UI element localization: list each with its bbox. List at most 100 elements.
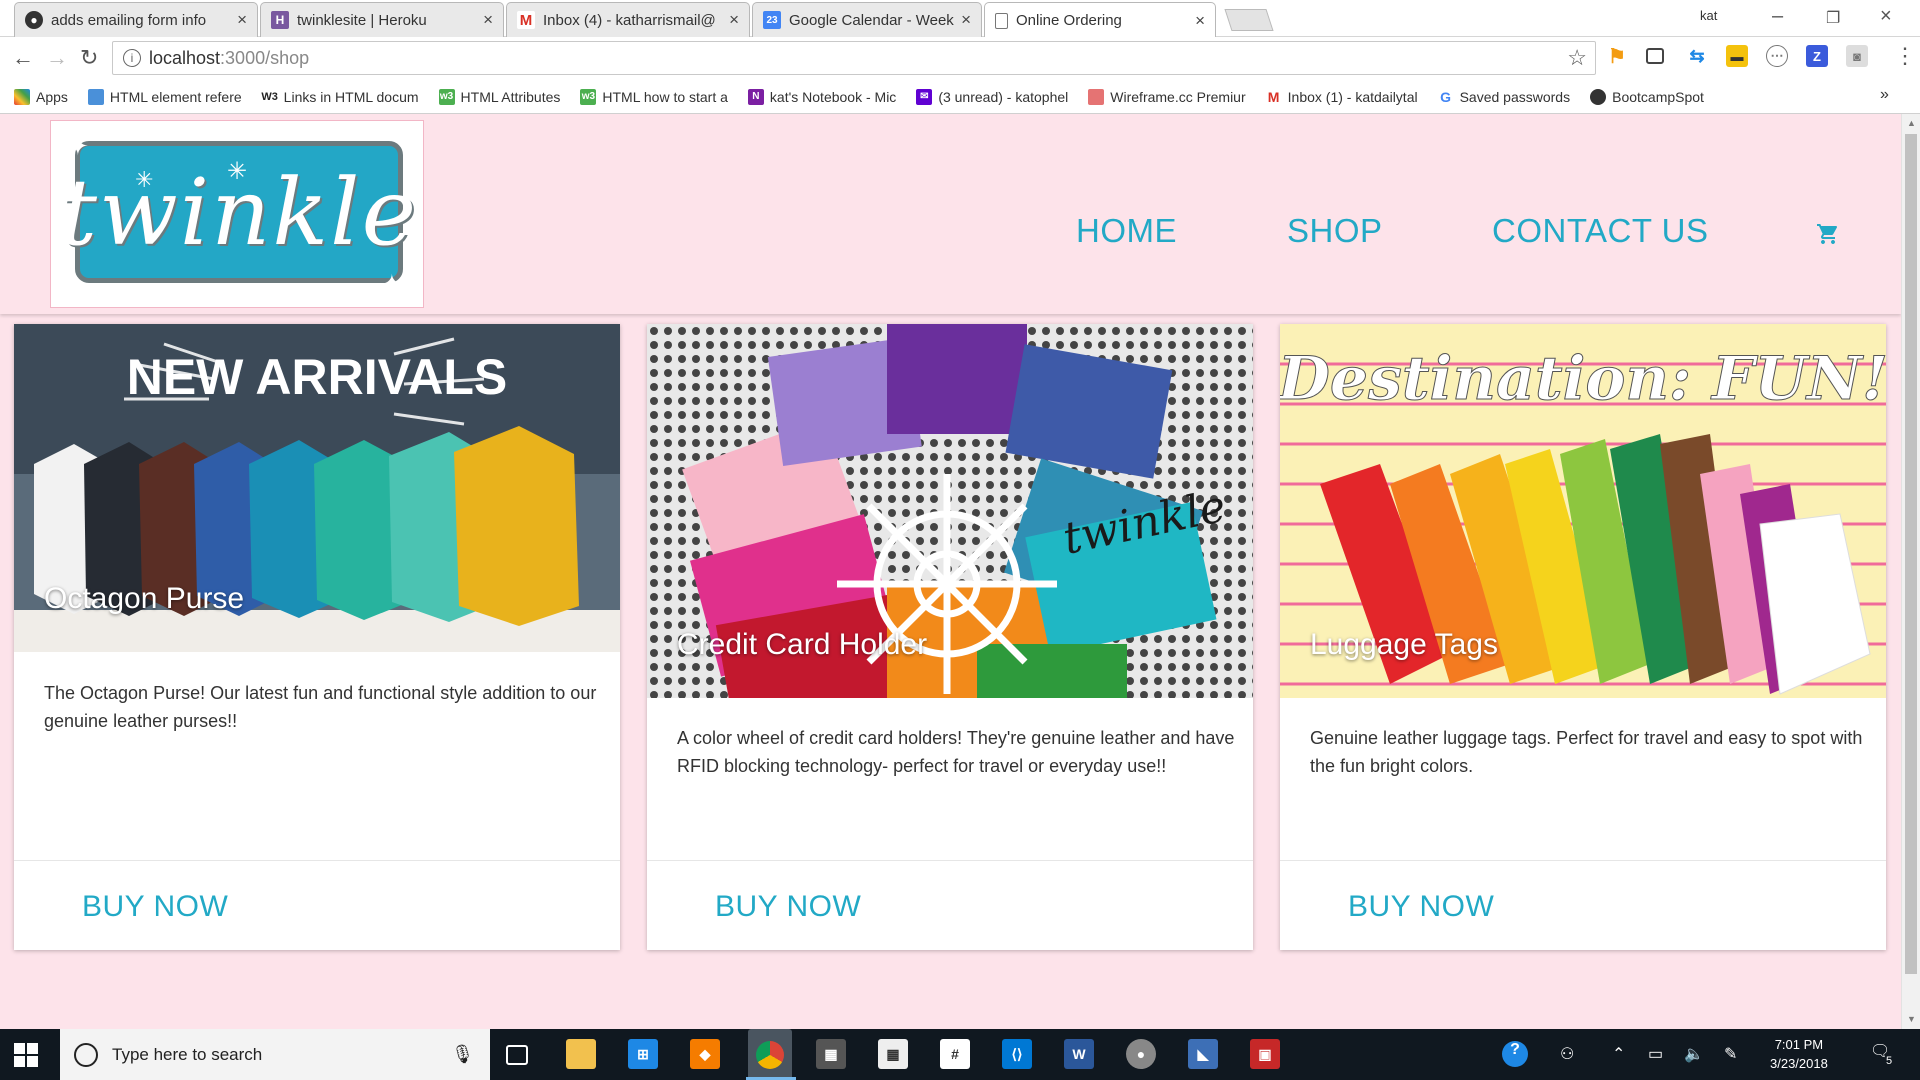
- tray-chevron-icon[interactable]: ⌃: [1612, 1044, 1625, 1064]
- image-caption: NEW ARRIVALS: [127, 349, 508, 405]
- heroku-icon: H: [271, 11, 289, 29]
- github-desktop-icon[interactable]: ●: [1126, 1039, 1156, 1069]
- close-icon[interactable]: ×: [961, 10, 971, 30]
- profile-name[interactable]: kat: [1700, 8, 1717, 23]
- calendar-app-icon[interactable]: ▦: [878, 1039, 908, 1069]
- nav-contact-us[interactable]: CONTACT US: [1492, 212, 1708, 250]
- minimize-icon[interactable]: –: [1772, 5, 1783, 28]
- address-bar[interactable]: i localhost:3000/shop ☆: [112, 41, 1596, 75]
- search-placeholder: Type here to search: [112, 1044, 263, 1064]
- new-tab-button[interactable]: [1224, 9, 1274, 31]
- recorder-icon[interactable]: ▣: [1250, 1039, 1280, 1069]
- w3-icon: W3: [261, 88, 278, 105]
- swap-icon[interactable]: ⇆: [1686, 45, 1708, 67]
- card-title: Credit Card Holder: [677, 628, 928, 661]
- page-scrollbar[interactable]: ▲ ▼: [1901, 114, 1920, 1029]
- bookmark-item[interactable]: w3 HTML Attributes: [438, 88, 560, 105]
- bookmarks-bar: Apps HTML element refere W3 Links in HTML…: [0, 80, 1920, 114]
- buy-now-button[interactable]: BUY NOW: [715, 890, 861, 924]
- tab-gmail[interactable]: M Inbox (4) - katharrismail@ ×: [506, 2, 750, 37]
- taskbar-search-box[interactable]: Type here to search 🎙: [60, 1029, 490, 1080]
- browser-tab-strip: ● adds emailing form info × H twinklesit…: [0, 0, 1920, 38]
- close-icon[interactable]: ×: [729, 10, 739, 30]
- zotero-icon[interactable]: Z: [1806, 45, 1828, 67]
- vscode-icon[interactable]: ⟨⟩: [1002, 1039, 1032, 1069]
- word-icon[interactable]: W: [1064, 1039, 1094, 1069]
- help-icon[interactable]: ?: [1502, 1041, 1528, 1067]
- bookmark-item[interactable]: BootcampSpot: [1590, 88, 1704, 105]
- forward-icon[interactable]: →: [46, 45, 68, 71]
- product-card-octagon-purse: NEW ARRIVALS Octagon Purse The Octagon P…: [14, 324, 620, 950]
- w3schools-icon: w3: [438, 88, 455, 105]
- calendar-icon: 23: [763, 11, 781, 29]
- url-text: localhost:3000/shop: [149, 47, 310, 68]
- shopping-cart-icon[interactable]: [1814, 222, 1842, 246]
- w3schools-icon: w3: [580, 88, 597, 105]
- bookmark-item[interactable]: Apps: [14, 88, 68, 105]
- extension-yellow-icon[interactable]: ▬: [1726, 45, 1748, 67]
- bookmark-item[interactable]: Nkat's Notebook - Mic: [747, 88, 896, 105]
- bookmark-item[interactable]: w3 HTML how to start a: [580, 88, 728, 105]
- product-card-luggage-tags: Destination: FUN! Luggage Tags Genuine l…: [1280, 324, 1886, 950]
- bookmark-item[interactable]: HTML element refere: [87, 88, 242, 105]
- chrome-icon[interactable]: [748, 1029, 792, 1080]
- window-close-icon[interactable]: ×: [1880, 5, 1892, 28]
- site-logo[interactable]: twinkle ✦ ✳ ✳ ✦: [50, 120, 424, 308]
- volume-icon[interactable]: 🔈: [1684, 1044, 1704, 1064]
- tab-title: Google Calendar - Week: [789, 11, 954, 29]
- page-viewport: twinkle ✦ ✳ ✳ ✦ HOME SHOP CONTACT US NEW…: [0, 114, 1901, 1029]
- card-divider: [1280, 860, 1886, 861]
- bookmark-item[interactable]: M Inbox (1) - katdailytal: [1265, 88, 1418, 105]
- bookmark-item[interactable]: G Saved passwords: [1437, 88, 1570, 105]
- git-icon[interactable]: ◆: [690, 1039, 720, 1069]
- buy-now-button[interactable]: BUY NOW: [82, 890, 228, 924]
- bookmark-item[interactable]: W3 Links in HTML docum: [261, 88, 419, 105]
- notification-count: 5: [1886, 1055, 1893, 1067]
- people-icon[interactable]: ⚇: [1560, 1044, 1574, 1064]
- extension-circle-icon[interactable]: ⋯: [1766, 45, 1788, 67]
- onenote-icon: N: [747, 88, 764, 105]
- camera-icon[interactable]: ◙: [1846, 45, 1868, 67]
- close-icon[interactable]: ×: [1195, 11, 1205, 31]
- tab-github[interactable]: ● adds emailing form info ×: [14, 2, 258, 37]
- scrollbar-thumb[interactable]: [1905, 134, 1917, 974]
- nav-home[interactable]: HOME: [1076, 212, 1177, 250]
- task-view-icon[interactable]: [506, 1045, 528, 1065]
- tab-calendar[interactable]: 23 Google Calendar - Week ×: [752, 2, 982, 37]
- windows-start-icon[interactable]: [14, 1043, 38, 1067]
- gmail-icon: M: [1265, 88, 1282, 105]
- pen-icon[interactable]: ✎: [1724, 1044, 1737, 1064]
- yahoo-mail-icon: ✉: [916, 88, 933, 105]
- nav-shop[interactable]: SHOP: [1287, 212, 1383, 250]
- mysql-icon[interactable]: ◣: [1188, 1039, 1218, 1069]
- browser-menu-icon[interactable]: ⋮: [1894, 43, 1916, 69]
- tab-title: adds emailing form info: [51, 11, 207, 29]
- tab-online-ordering[interactable]: Online Ordering ×: [984, 2, 1216, 38]
- tab-heroku[interactable]: H twinklesite | Heroku ×: [260, 2, 504, 37]
- calculator-icon[interactable]: ▦: [816, 1039, 846, 1069]
- back-icon[interactable]: ←: [12, 45, 34, 71]
- bookmark-item[interactable]: ✉ (3 unread) - katophel: [916, 88, 1068, 105]
- site-header: twinkle ✦ ✳ ✳ ✦ HOME SHOP CONTACT US: [0, 114, 1901, 314]
- scroll-down-icon[interactable]: ▼: [1907, 1014, 1916, 1024]
- close-icon[interactable]: ×: [237, 10, 247, 30]
- close-icon[interactable]: ×: [483, 10, 493, 30]
- scroll-up-icon[interactable]: ▲: [1907, 118, 1916, 128]
- file-explorer-icon[interactable]: [566, 1039, 596, 1069]
- screenshot-icon[interactable]: [1646, 48, 1664, 64]
- maximize-icon[interactable]: ❐: [1826, 8, 1840, 28]
- battery-icon[interactable]: ▭: [1648, 1044, 1663, 1064]
- store-icon[interactable]: ⊞: [628, 1039, 658, 1069]
- browser-toolbar: ← → ↻ i localhost:3000/shop ☆ ⚑ ⇆ ▬ ⋯ Z …: [0, 37, 1920, 80]
- bookmark-star-icon[interactable]: ☆: [1567, 45, 1587, 71]
- info-icon[interactable]: i: [123, 49, 141, 67]
- taskbar-clock[interactable]: 7:01 PM 3/23/2018: [1770, 1035, 1828, 1073]
- bookmarks-overflow-icon[interactable]: »: [1880, 86, 1889, 104]
- buy-now-button[interactable]: BUY NOW: [1348, 890, 1494, 924]
- extension-folder-icon[interactable]: ⚑: [1606, 45, 1628, 68]
- bookmark-item[interactable]: Wireframe.cc Premiur: [1088, 88, 1246, 105]
- github-icon: ●: [25, 11, 43, 29]
- reload-icon[interactable]: ↻: [80, 45, 98, 71]
- microphone-icon[interactable]: 🎙: [451, 1044, 474, 1065]
- slack-icon[interactable]: #: [940, 1039, 970, 1069]
